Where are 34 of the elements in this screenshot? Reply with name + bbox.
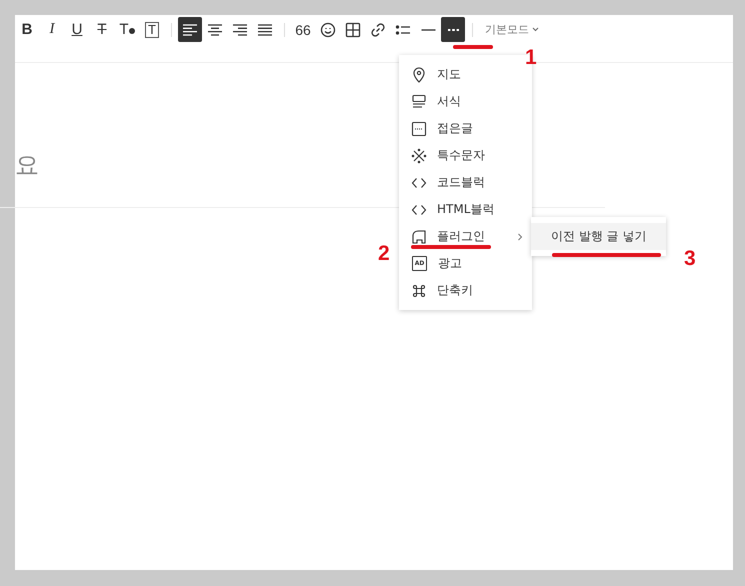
table-icon <box>345 22 361 38</box>
align-left-icon <box>182 22 198 38</box>
more-button[interactable] <box>441 17 465 42</box>
emoji-icon <box>320 22 336 38</box>
underline-button[interactable]: U <box>65 17 89 42</box>
color-button[interactable]: T <box>115 17 139 42</box>
submenu-item[interactable]: 이전 발행 글 넣기 <box>531 223 666 250</box>
highlight-underline <box>453 45 493 49</box>
special-icon <box>411 148 427 164</box>
align-center-icon <box>207 22 223 38</box>
quote-button[interactable]: 66 <box>291 17 315 42</box>
bold-button[interactable]: B <box>15 17 39 42</box>
italic-button[interactable]: I <box>40 17 64 42</box>
annotation-number: 3 <box>684 247 696 271</box>
link-icon <box>370 22 386 38</box>
menu-item[interactable]: 서식 <box>399 88 532 115</box>
strike-button[interactable]: T <box>90 17 114 42</box>
menu-item[interactable]: 플러그인 <box>399 223 532 250</box>
fold-icon <box>411 120 427 136</box>
annotation-number: 1 <box>525 46 537 70</box>
mode-dropdown[interactable]: 기본모드 <box>485 22 539 37</box>
plugin-icon <box>411 228 427 244</box>
annotation-number: 2 <box>378 242 390 266</box>
map-icon <box>411 66 427 82</box>
bg-button[interactable]: T <box>140 17 164 42</box>
menu-item[interactable]: 접은글 <box>399 115 532 142</box>
align-left-button[interactable] <box>178 17 202 42</box>
chevron-down-icon <box>532 27 539 32</box>
align-right-icon <box>232 22 248 38</box>
format-icon <box>411 94 427 110</box>
menu-item[interactable]: 코드블럭 <box>399 169 532 196</box>
menu-item[interactable]: 단축키 <box>399 277 532 304</box>
shortcut-icon <box>411 282 427 298</box>
align-justify-icon <box>257 22 273 38</box>
